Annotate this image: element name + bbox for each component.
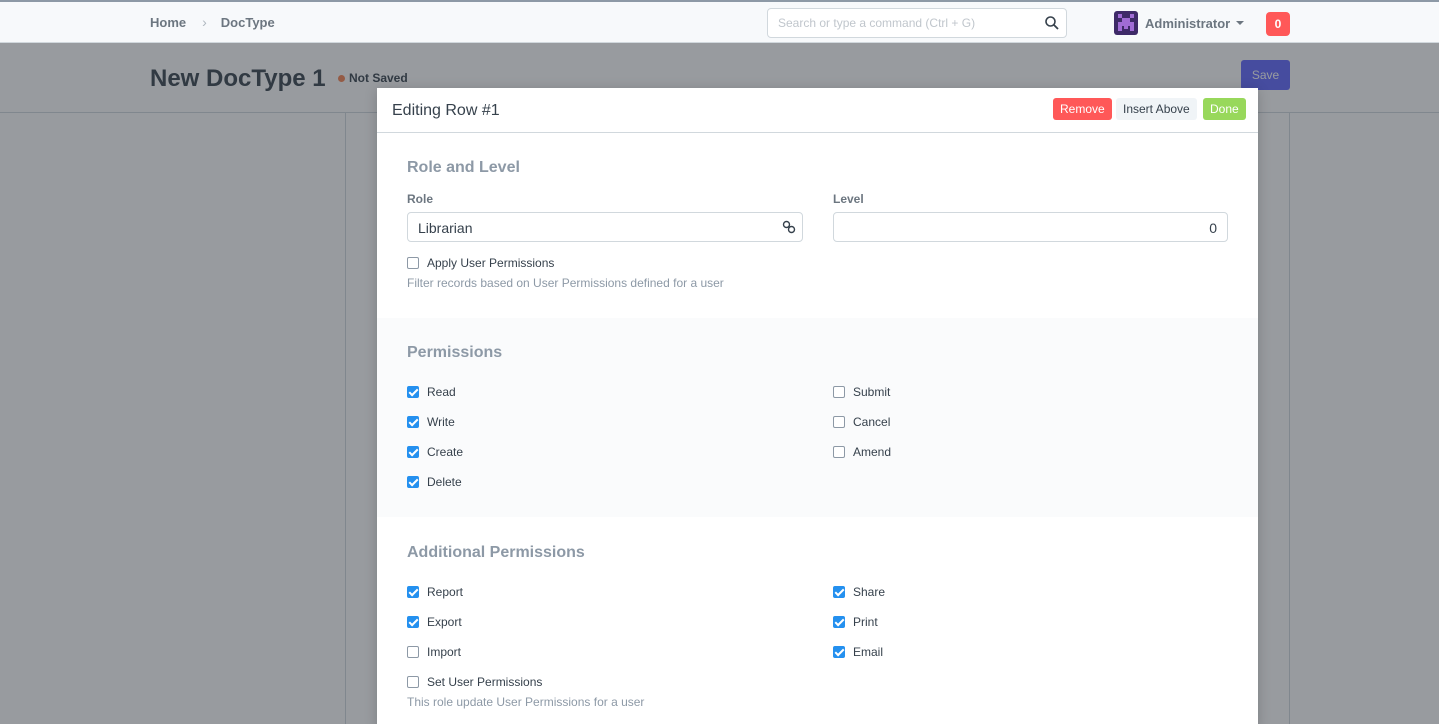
level-label: Level <box>833 192 864 206</box>
checkbox-box[interactable] <box>407 586 419 598</box>
checkbox-import[interactable]: Import <box>407 645 461 659</box>
avatar <box>1114 11 1138 35</box>
breadcrumb-home[interactable]: Home <box>150 15 186 30</box>
checkbox-label: Create <box>427 445 464 459</box>
checkbox-write[interactable]: Write <box>407 415 455 429</box>
checkbox-label: Share <box>853 585 886 599</box>
level-value: 0 <box>1209 220 1217 236</box>
checkbox-box[interactable] <box>407 676 419 688</box>
checkbox-label: Delete <box>427 475 462 489</box>
checkbox-share[interactable]: Share <box>833 585 885 599</box>
checkbox-box[interactable] <box>407 616 419 628</box>
checkbox-export[interactable]: Export <box>407 615 462 629</box>
chevron-right-icon: › <box>202 14 207 30</box>
level-field[interactable]: 0 <box>833 212 1228 242</box>
checkbox-label: Print <box>853 615 878 629</box>
checkbox-report[interactable]: Report <box>407 585 463 599</box>
checkbox-set-user-permissions[interactable]: Set User Permissions <box>407 675 542 689</box>
notification-badge[interactable]: 0 <box>1266 12 1290 36</box>
checkbox-box[interactable] <box>833 386 845 398</box>
dialog-header: Editing Row #1 Remove Insert Above Done <box>377 88 1258 133</box>
navbar: Home › DocType Administrator 0 <box>0 0 1439 43</box>
edit-row-dialog: Editing Row #1 Remove Insert Above Done … <box>377 88 1258 724</box>
checkbox-label: Set User Permissions <box>427 675 543 689</box>
role-label: Role <box>407 192 434 206</box>
checkbox-label: Apply User Permissions <box>427 256 555 270</box>
checkbox-delete[interactable]: Delete <box>407 475 462 489</box>
caret-down-icon <box>1236 21 1245 25</box>
link-icon[interactable] <box>782 220 796 234</box>
checkbox-print[interactable]: Print <box>833 615 878 629</box>
checkbox-apply-user-permissions[interactable]: Apply User Permissions <box>407 256 554 270</box>
checkbox-label: Write <box>427 415 455 429</box>
search-box[interactable] <box>767 8 1067 38</box>
permissions-section: Permissions Read Write Create Delete Sub… <box>377 318 1258 517</box>
checkbox-box[interactable] <box>407 476 419 488</box>
breadcrumb-doctype[interactable]: DocType <box>221 15 275 30</box>
role-value: Librarian <box>418 220 473 236</box>
user-menu[interactable]: Administrator <box>1114 11 1245 35</box>
checkbox-cancel[interactable]: Cancel <box>833 415 890 429</box>
checkbox-amend[interactable]: Amend <box>833 445 891 459</box>
help-text: This role update User Permissions for a … <box>407 695 645 709</box>
checkbox-email[interactable]: Email <box>833 645 883 659</box>
dialog-title: Editing Row #1 <box>392 102 500 119</box>
checkbox-box[interactable] <box>407 446 419 458</box>
checkbox-box[interactable] <box>407 646 419 658</box>
checkbox-label: Export <box>427 615 462 629</box>
role-level-section: Role and Level Role Librarian Level 0 Ap… <box>377 133 1258 318</box>
checkbox-box[interactable] <box>407 386 419 398</box>
checkbox-label: Read <box>427 385 456 399</box>
checkbox-box[interactable] <box>833 446 845 458</box>
search-icon[interactable] <box>1044 15 1060 31</box>
checkbox-box[interactable] <box>833 586 845 598</box>
checkbox-box[interactable] <box>833 416 845 428</box>
search-input[interactable] <box>768 9 1028 37</box>
additional-permissions-section: Additional Permissions Report Export Imp… <box>377 517 1258 724</box>
checkbox-label: Submit <box>853 385 891 399</box>
section-title: Additional Permissions <box>407 544 585 561</box>
help-text: Filter records based on User Permissions… <box>407 276 724 290</box>
section-title: Permissions <box>407 344 503 361</box>
role-field[interactable]: Librarian <box>407 212 803 242</box>
checkbox-label: Report <box>427 585 464 599</box>
checkbox-box[interactable] <box>407 257 419 269</box>
checkbox-label: Email <box>853 645 884 659</box>
section-title: Role and Level <box>407 159 520 176</box>
remove-button[interactable]: Remove <box>1053 98 1112 120</box>
checkbox-read[interactable]: Read <box>407 385 456 399</box>
checkbox-label: Import <box>427 645 462 659</box>
checkbox-box[interactable] <box>833 646 845 658</box>
user-name: Administrator <box>1145 15 1231 31</box>
checkbox-submit[interactable]: Submit <box>833 385 890 399</box>
checkbox-box[interactable] <box>407 416 419 428</box>
checkbox-label: Cancel <box>853 415 891 429</box>
breadcrumb: Home › DocType <box>150 14 275 30</box>
checkbox-label: Amend <box>853 445 892 459</box>
checkbox-box[interactable] <box>833 616 845 628</box>
checkbox-create[interactable]: Create <box>407 445 463 459</box>
insert-above-button[interactable]: Insert Above <box>1116 98 1197 120</box>
done-button[interactable]: Done <box>1203 98 1246 120</box>
